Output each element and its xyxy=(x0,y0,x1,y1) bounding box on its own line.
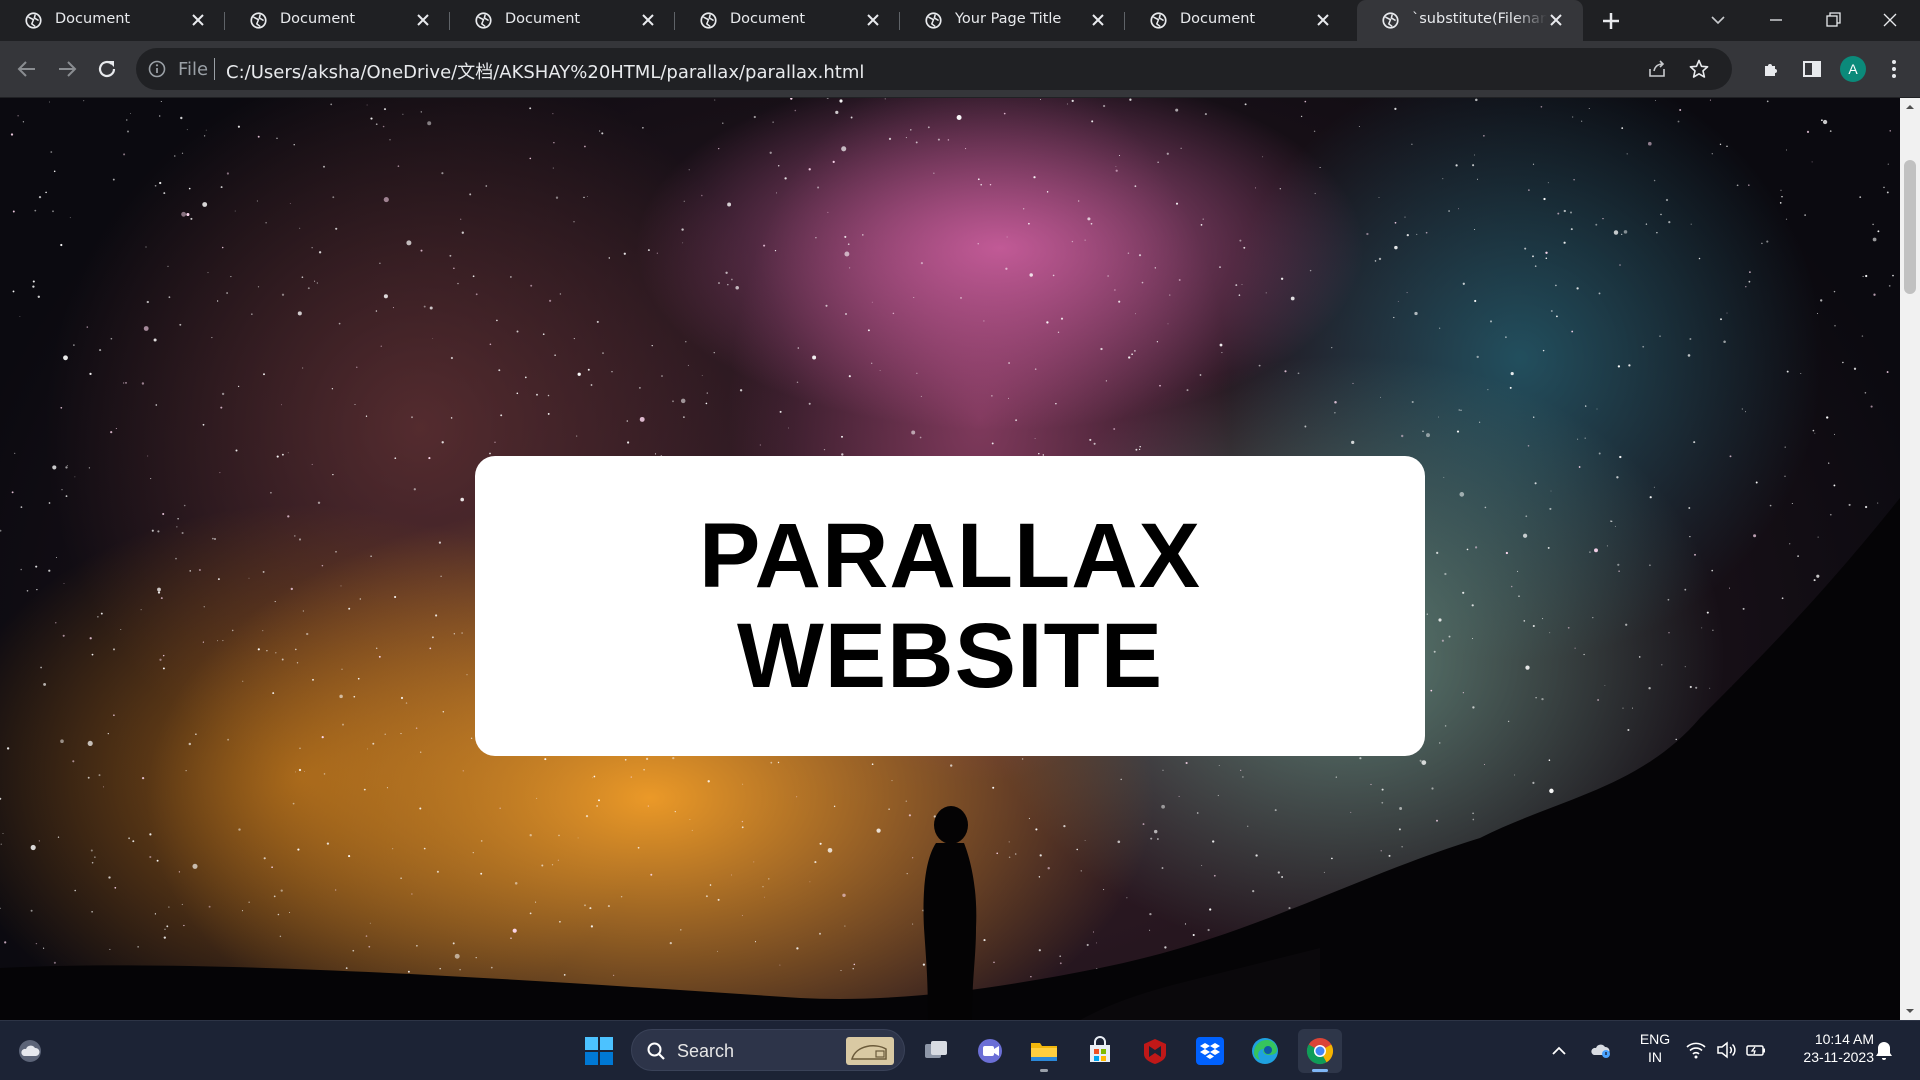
hero-title-line-2: WEBSITE xyxy=(736,605,1164,707)
notification-bell-icon[interactable] xyxy=(1874,1040,1894,1062)
globe-icon xyxy=(1382,12,1399,29)
weather-cloud-icon[interactable] xyxy=(16,1037,44,1065)
page-scrollbar[interactable] xyxy=(1900,98,1920,1020)
dropbox-icon xyxy=(1196,1037,1224,1065)
edge-icon xyxy=(1252,1038,1278,1064)
page-viewport: PARALLAX WEBSITE xyxy=(0,98,1900,1020)
dropbox-button[interactable] xyxy=(1188,1029,1232,1073)
tab-title: `substitute(Filename( xyxy=(1412,11,1547,27)
microsoft-store-button[interactable] xyxy=(1078,1029,1122,1073)
info-icon[interactable] xyxy=(148,60,166,78)
windows-start-icon xyxy=(585,1037,613,1065)
clock-date: 23-11-2023 xyxy=(1803,1049,1874,1065)
url-divider xyxy=(214,58,215,80)
file-explorer-icon xyxy=(1031,1043,1057,1061)
mcafee-icon xyxy=(1144,1039,1166,1064)
globe-icon xyxy=(1150,12,1167,29)
chrome-icon xyxy=(1306,1038,1334,1065)
file-explorer-button[interactable] xyxy=(1022,1029,1066,1073)
active-app-indicator xyxy=(1312,1069,1328,1072)
tab-title: Document xyxy=(280,11,356,27)
side-panel-icon[interactable] xyxy=(1800,57,1824,81)
onedrive-cloud-icon[interactable] xyxy=(1590,1039,1612,1061)
teams-icon xyxy=(978,1039,1002,1063)
url-text[interactable]: C:/Users/aksha/OneDrive/文档/AKSHAY%20HTML… xyxy=(226,58,864,84)
system-clock[interactable]: 10:14 AM 23-11-2023 xyxy=(1784,1030,1874,1066)
tab-strip: Document Document Document Document Your… xyxy=(0,0,1920,41)
tab-document-3[interactable]: Document xyxy=(450,0,675,41)
address-bar[interactable]: File C:/Users/aksha/OneDrive/文档/AKSHAY%2… xyxy=(136,48,1732,90)
url-scheme-label: File xyxy=(178,59,209,80)
wifi-icon[interactable] xyxy=(1685,1039,1707,1061)
close-icon[interactable] xyxy=(416,13,430,27)
tab-title: Document xyxy=(505,11,581,27)
tab-document-5[interactable]: Document xyxy=(1125,0,1350,41)
tab-document-1[interactable]: Document xyxy=(0,0,225,41)
search-icon xyxy=(647,1042,665,1060)
chrome-button[interactable] xyxy=(1298,1029,1342,1073)
globe-icon xyxy=(475,12,492,29)
close-icon[interactable] xyxy=(1316,13,1330,27)
tab-active-substitute[interactable]: `substitute(Filename( xyxy=(1357,0,1583,41)
hero-title-line-1: PARALLAX xyxy=(698,505,1202,607)
windows-taskbar: Search ENG IN 10:14 AM 23-11-2023 xyxy=(0,1020,1920,1080)
task-view-icon xyxy=(925,1041,947,1058)
globe-icon xyxy=(25,12,42,29)
scroll-up-arrow-icon[interactable] xyxy=(1900,98,1920,116)
browser-toolbar: File C:/Users/aksha/OneDrive/文档/AKSHAY%2… xyxy=(0,41,1920,98)
reload-icon[interactable] xyxy=(95,57,119,81)
battery-charging-icon[interactable] xyxy=(1745,1039,1767,1061)
tab-title: Document xyxy=(55,11,131,27)
globe-icon xyxy=(250,12,267,29)
tab-document-2[interactable]: Document xyxy=(225,0,450,41)
close-icon[interactable] xyxy=(191,13,205,27)
language-code: ENG xyxy=(1639,1031,1671,1047)
tab-title: Document xyxy=(1180,11,1256,27)
start-button[interactable] xyxy=(577,1029,621,1073)
language-indicator[interactable]: ENG IN xyxy=(1635,1030,1675,1066)
tab-search-chevron-icon[interactable] xyxy=(1706,8,1730,32)
close-window-icon[interactable] xyxy=(1878,8,1902,32)
search-highlight-image xyxy=(846,1037,894,1065)
tab-your-page-title[interactable]: Your Page Title xyxy=(900,0,1125,41)
volume-icon[interactable] xyxy=(1715,1039,1737,1061)
close-icon[interactable] xyxy=(1549,13,1563,27)
profile-avatar[interactable]: A xyxy=(1840,56,1866,82)
mcafee-button[interactable] xyxy=(1133,1029,1177,1073)
minimize-icon[interactable] xyxy=(1764,8,1788,32)
more-menu-icon[interactable] xyxy=(1882,57,1906,81)
bookmark-star-icon[interactable] xyxy=(1688,58,1710,80)
tab-document-4[interactable]: Document xyxy=(675,0,900,41)
extensions-puzzle-icon[interactable] xyxy=(1760,57,1784,81)
tab-title: Your Page Title xyxy=(955,11,1062,27)
restore-icon[interactable] xyxy=(1821,8,1845,32)
scroll-thumb[interactable] xyxy=(1904,160,1916,294)
search-label: Search xyxy=(677,1041,735,1061)
microsoft-store-icon xyxy=(1090,1036,1110,1062)
running-indicator xyxy=(1040,1069,1048,1072)
edge-button[interactable] xyxy=(1243,1029,1287,1073)
globe-icon xyxy=(925,12,942,29)
clock-time: 10:14 AM xyxy=(1814,1031,1874,1047)
close-icon[interactable] xyxy=(641,13,655,27)
hero-card: PARALLAX WEBSITE xyxy=(475,456,1425,756)
region-code: IN xyxy=(1648,1049,1662,1065)
chevron-up-icon[interactable] xyxy=(1548,1041,1570,1061)
globe-icon xyxy=(700,12,717,29)
teams-button[interactable] xyxy=(968,1029,1012,1073)
close-icon[interactable] xyxy=(866,13,880,27)
taskbar-search-box[interactable]: Search xyxy=(631,1029,905,1071)
close-icon[interactable] xyxy=(1091,13,1105,27)
share-icon[interactable] xyxy=(1646,58,1668,80)
back-arrow-icon[interactable] xyxy=(15,57,39,81)
scroll-down-arrow-icon[interactable] xyxy=(1900,1002,1920,1020)
forward-arrow-icon[interactable] xyxy=(55,57,79,81)
tab-title: Document xyxy=(730,11,806,27)
new-tab-icon[interactable] xyxy=(1599,9,1623,33)
person-silhouette xyxy=(923,806,977,1020)
task-view-button[interactable] xyxy=(914,1029,958,1073)
